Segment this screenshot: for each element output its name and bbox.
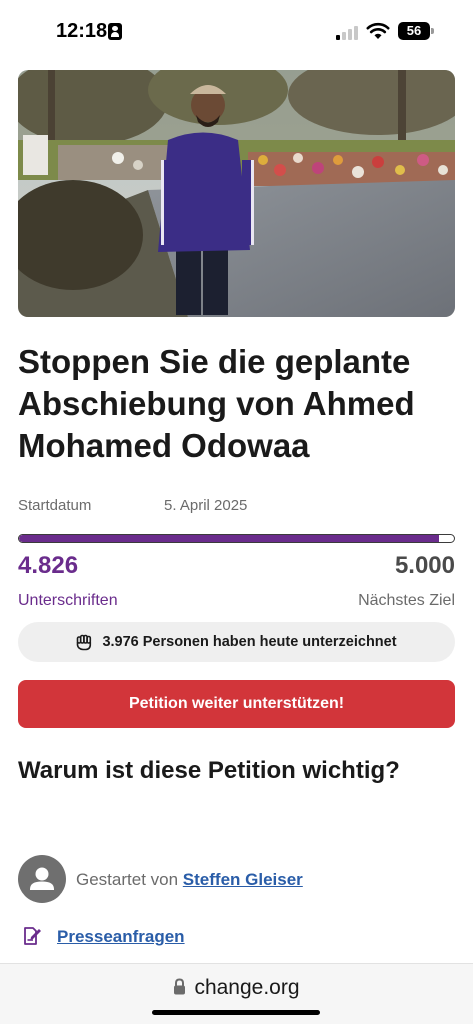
person-badge-icon [108,23,122,40]
goal-count: 5.000 [394,552,455,579]
progress-fill [19,535,439,542]
why-important-heading: Warum ist diese Petition wichtig? [18,757,400,784]
petition-title: Stoppen Sie die geplante Abschiebung von… [18,343,415,464]
signed-today-banner: 3.976 Personen haben heute unterzeichnet [18,622,455,662]
browser-url-bar[interactable]: change.org [0,963,473,1024]
press-inquiries-link[interactable]: Presseanfragen [57,927,185,947]
home-indicator [152,1010,320,1015]
start-date-value: 5. April 2025 [164,497,248,514]
url-display[interactable]: change.org [0,976,473,1000]
lock-icon [174,978,186,995]
started-by: Gestartet von Steffen Gleiser [76,870,303,890]
goal-label: Nächstes Ziel [358,592,455,609]
signatures-label: Unterschriften [18,592,118,609]
status-time: 12:18 [56,20,108,42]
starter-name-link[interactable]: Steffen Gleiser [183,870,303,889]
support-petition-button[interactable]: Petition weiter unterstützen! [18,680,455,728]
user-avatar-icon[interactable] [18,855,66,903]
url-text: change.org [194,976,300,999]
start-date-label: Startdatum [18,497,92,514]
signature-count: 4.826 [18,552,79,579]
cellular-signal-icon [336,24,360,40]
press-document-icon[interactable] [22,926,42,946]
wifi-icon [366,22,390,39]
petition-photo[interactable] [18,70,455,317]
raised-fist-icon [77,634,92,651]
battery-icon: 56 [398,22,434,40]
signed-today-text: 3.976 Personen haben heute unterzeichnet [102,634,397,650]
status-bar: 12:18 56 [0,0,473,62]
started-by-label: Gestartet von [76,870,179,889]
signature-progress-bar [18,534,455,543]
